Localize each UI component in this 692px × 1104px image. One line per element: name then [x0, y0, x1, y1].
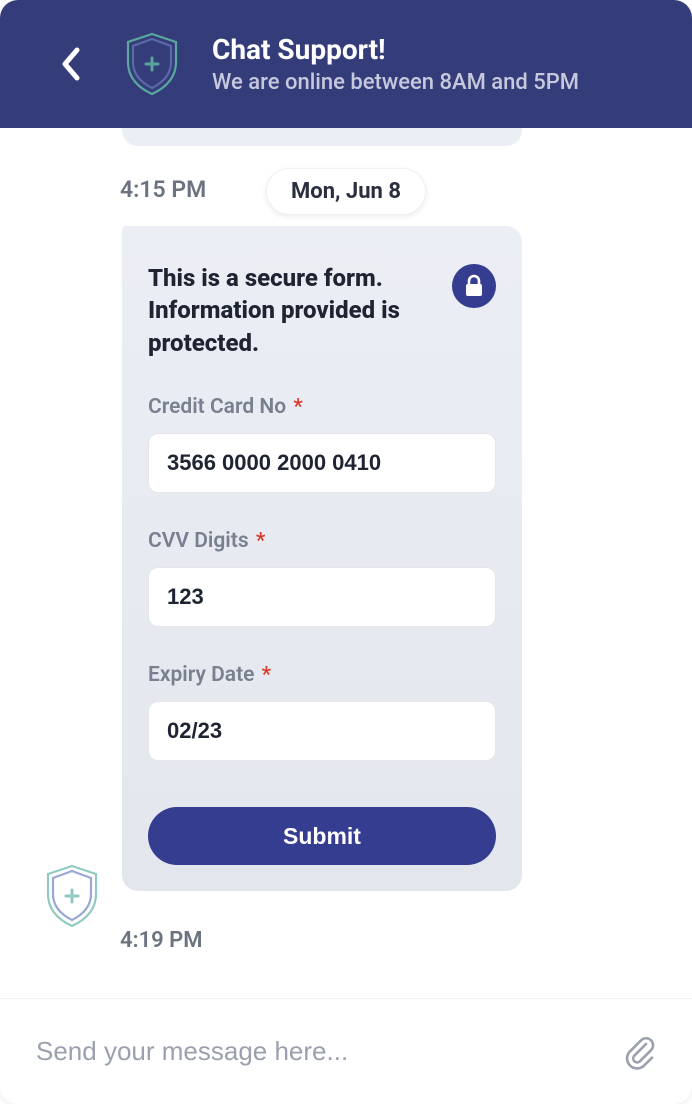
- secure-badge: [452, 264, 496, 308]
- chevron-left-icon: [60, 47, 82, 81]
- label-text: Expiry Date: [148, 663, 254, 687]
- chat-body: 4:15 PM Mon, Jun 8 This is a secure form…: [0, 128, 692, 998]
- expiry-input[interactable]: [148, 701, 496, 761]
- previous-message-peek: [122, 128, 522, 146]
- submit-button[interactable]: Submit: [148, 807, 496, 865]
- required-mark: *: [293, 395, 302, 419]
- secure-form-heading: This is a secure form. Information provi…: [148, 262, 438, 359]
- secure-form-header: This is a secure form. Information provi…: [148, 262, 496, 359]
- chat-header: Chat Support! We are online between 8AM …: [0, 0, 692, 128]
- field-cvv: CVV Digits *: [148, 529, 496, 627]
- field-expiry: Expiry Date *: [148, 663, 496, 761]
- cvv-label: CVV Digits *: [148, 529, 496, 553]
- date-separator-chip: Mon, Jun 8: [266, 168, 426, 215]
- shield-plus-icon: [124, 32, 180, 96]
- paperclip-icon: [622, 1034, 658, 1070]
- secure-form-card: This is a secure form. Information provi…: [122, 226, 522, 891]
- previous-message-time: 4:15 PM: [120, 176, 206, 203]
- cvv-input[interactable]: [148, 567, 496, 627]
- chat-widget: Chat Support! We are online between 8AM …: [0, 0, 692, 1104]
- expiry-label: Expiry Date *: [148, 663, 496, 687]
- header-title: Chat Support!: [212, 33, 579, 66]
- field-credit-card: Credit Card No *: [148, 395, 496, 493]
- shield-plus-icon: [44, 864, 100, 928]
- credit-card-label: Credit Card No *: [148, 395, 496, 419]
- attach-button[interactable]: [616, 1028, 664, 1076]
- brand-logo: [120, 32, 184, 96]
- required-mark: *: [256, 529, 265, 553]
- agent-avatar: [40, 864, 104, 928]
- lock-icon: [464, 274, 484, 298]
- credit-card-input[interactable]: [148, 433, 496, 493]
- label-text: Credit Card No: [148, 395, 286, 419]
- message-input[interactable]: [36, 1036, 600, 1067]
- label-text: CVV Digits: [148, 529, 249, 553]
- form-message-time: 4:19 PM: [120, 928, 203, 953]
- back-button[interactable]: [50, 43, 92, 85]
- required-mark: *: [262, 663, 271, 687]
- message-composer: [0, 998, 692, 1104]
- header-titles: Chat Support! We are online between 8AM …: [212, 33, 579, 95]
- header-subtitle: We are online between 8AM and 5PM: [212, 70, 579, 95]
